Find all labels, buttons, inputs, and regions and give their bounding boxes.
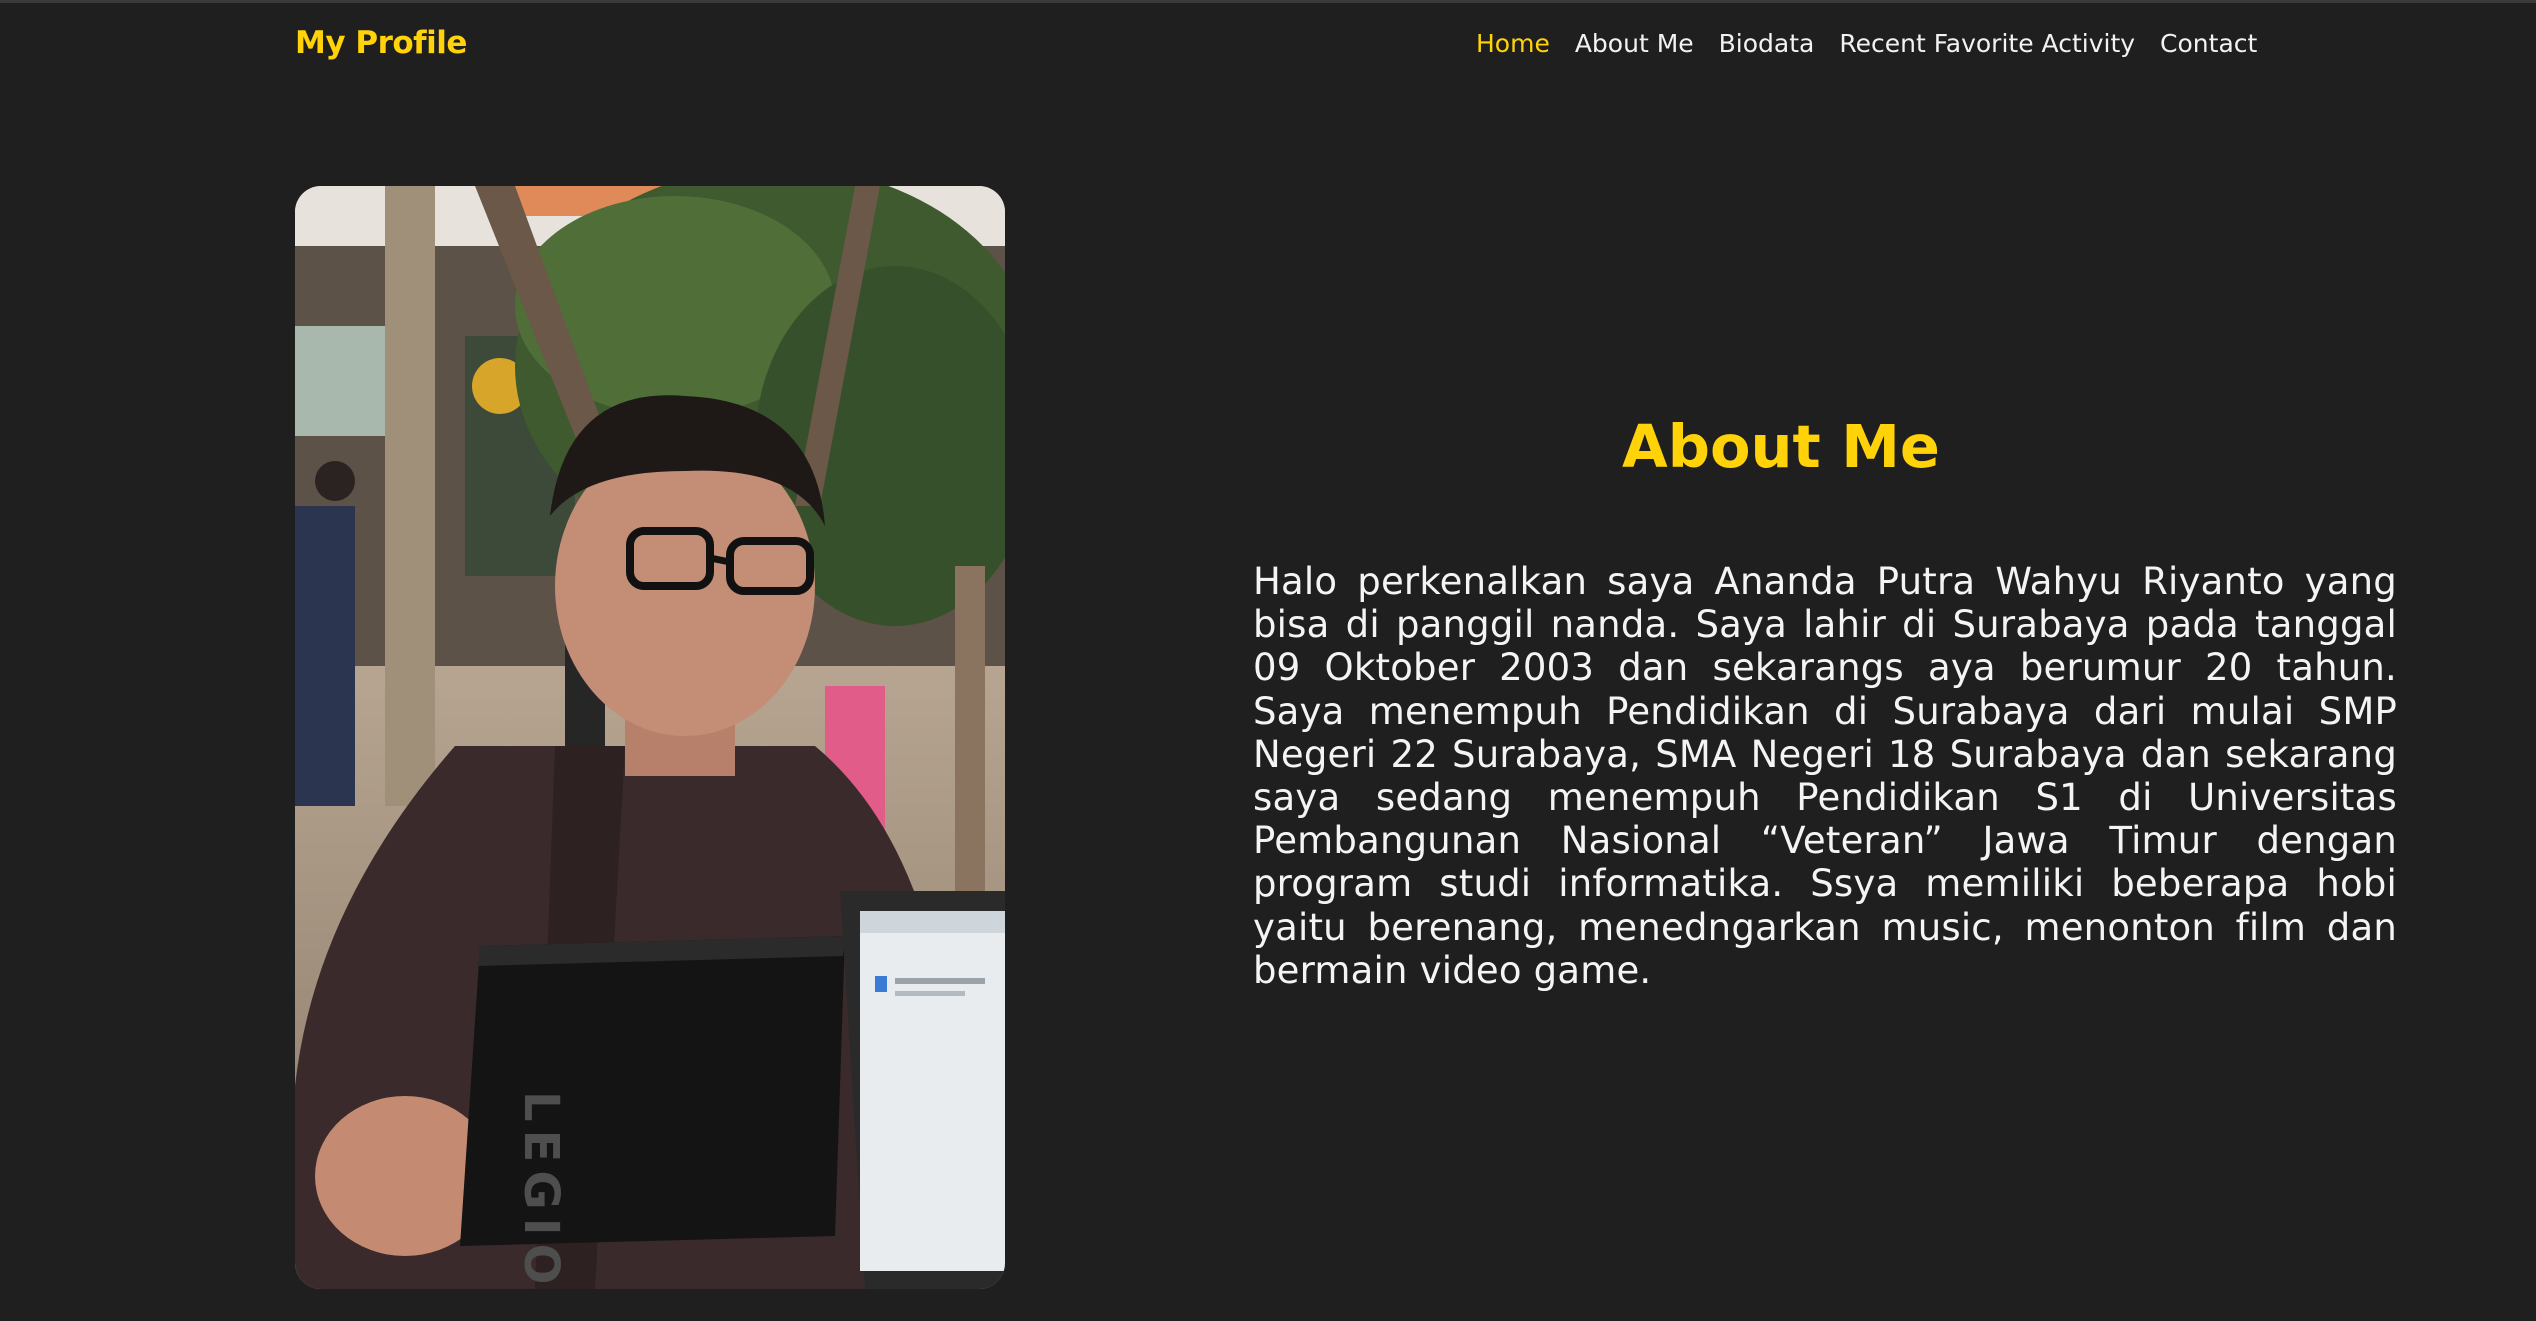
nav-link-home[interactable]: Home xyxy=(1476,29,1550,58)
nav-link-biodata[interactable]: Biodata xyxy=(1719,29,1815,58)
about-paragraph: Halo perkenalkan saya Ananda Putra Wahyu… xyxy=(1253,560,2397,992)
nav-link-about-me[interactable]: About Me xyxy=(1575,29,1694,58)
nav-menu: Home About Me Biodata Recent Favorite Ac… xyxy=(1476,29,2282,58)
laptop-brand-text: LEGION xyxy=(513,1091,569,1289)
nav-link-recent-favorite-activity[interactable]: Recent Favorite Activity xyxy=(1839,29,2135,58)
brand-logo[interactable]: My Profile xyxy=(295,25,467,61)
nav-link-contact[interactable]: Contact xyxy=(2160,29,2257,58)
profile-photo: LEGION xyxy=(295,186,1005,1289)
about-title: About Me xyxy=(1622,412,1940,481)
navbar: My Profile Home About Me Biodata Recent … xyxy=(0,3,2536,85)
